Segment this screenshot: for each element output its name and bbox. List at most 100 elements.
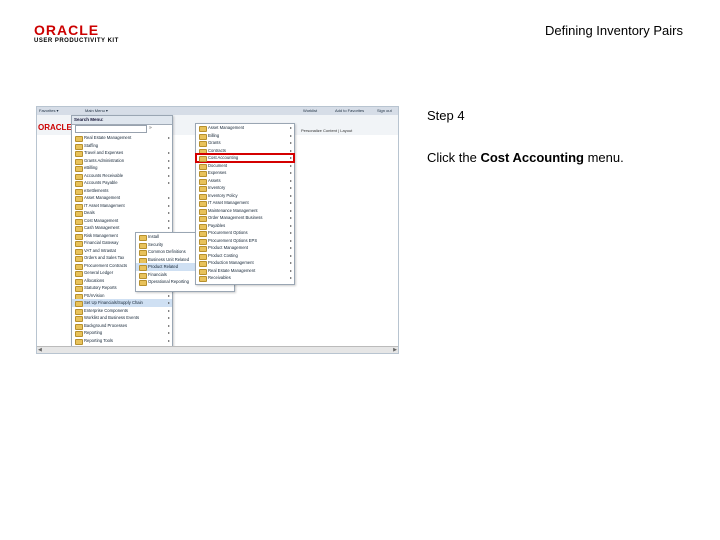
menu-item-label: Orders and Sales Tax bbox=[84, 255, 125, 260]
worklist-link[interactable]: Worklist bbox=[303, 107, 317, 115]
menu-item-label: Receivables bbox=[208, 275, 231, 280]
submenu-arrow-icon: ▸ bbox=[167, 165, 170, 170]
menu-item-expenses[interactable]: Expenses ▸ bbox=[196, 169, 294, 177]
menu-item-accounts-payable[interactable]: Accounts Payable ▸ bbox=[72, 179, 172, 187]
menu-item-cost-accounting[interactable]: Cost Accounting ▸ bbox=[195, 153, 295, 163]
menu-item-product-costing[interactable]: Product Costing ▸ bbox=[196, 252, 294, 260]
submenu-arrow-icon: ▸ bbox=[167, 135, 170, 140]
menu-item-background-processes[interactable]: Background Processes ▸ bbox=[72, 322, 172, 330]
submenu-arrow-icon: ▸ bbox=[167, 157, 170, 163]
menu-item-label: Risk Management bbox=[84, 232, 118, 238]
product-related-submenu-items: Asset Management ▸ Billing ▸ Grants ▸ Contract… bbox=[195, 124, 295, 282]
menu-item-label: eBilling bbox=[84, 165, 98, 170]
submenu-arrow-icon: ▸ bbox=[289, 125, 292, 130]
menu-item-payables[interactable]: Payables ▸ bbox=[196, 222, 294, 230]
menu-item-label: Document bbox=[208, 162, 228, 168]
menu-item-real-estate-management[interactable]: Real Estate Management ▸ bbox=[196, 267, 294, 275]
menu-item-label: General Ledger bbox=[84, 270, 114, 275]
horizontal-scrollbar[interactable]: ◀ ▶ bbox=[37, 346, 398, 353]
menu-item-label: Production Management bbox=[208, 260, 254, 265]
menu-item-asset-management[interactable]: Asset Management ▸ bbox=[196, 124, 294, 132]
menu-item-esettlements[interactable]: eSettlements bbox=[72, 187, 172, 195]
submenu-arrow-icon: ▸ bbox=[289, 230, 292, 235]
menu-item-set-up-financials-supply-chain[interactable]: Set Up Financials/Supply Chain ▸ bbox=[72, 299, 172, 307]
submenu-arrow-icon: ▸ bbox=[167, 150, 170, 155]
menu-item-production-management[interactable]: Production Management ▸ bbox=[196, 259, 294, 267]
menu-item-grants[interactable]: Grants ▸ bbox=[196, 139, 294, 147]
menu-item-enterprise-components[interactable]: Enterprise Components ▸ bbox=[72, 307, 172, 315]
menu-item-label: Worklist and Business Events bbox=[84, 315, 140, 320]
menu-item-inventory[interactable]: Inventory ▸ bbox=[196, 184, 294, 192]
menu-item-label: Staffing bbox=[84, 142, 99, 148]
menu-item-label: Business Unit Related bbox=[148, 256, 190, 262]
menu-item-cost-management[interactable]: Cost Management ▸ bbox=[72, 217, 172, 225]
menu-item-maintenance-management[interactable]: Maintenance Management ▸ bbox=[196, 207, 294, 215]
menu-item-label: Contracts bbox=[208, 147, 226, 153]
search-go-icon[interactable]: » bbox=[149, 125, 157, 131]
menu-item-travel-and-expenses[interactable]: Travel and Expenses ▸ bbox=[72, 149, 172, 157]
menu-item-product-management[interactable]: Product Management ▸ bbox=[196, 244, 294, 252]
menu-item-procurement-options-eps[interactable]: Procurement Options EPS ▸ bbox=[196, 237, 294, 245]
menu-item-worklist-and-business-events[interactable]: Worklist and Business Events ▸ bbox=[72, 314, 172, 322]
menu-item-receivables[interactable]: Receivables ▸ bbox=[196, 274, 294, 282]
personalize-links[interactable]: Personalize Content | Layout bbox=[301, 127, 398, 135]
scroll-left-icon[interactable]: ◀ bbox=[38, 347, 42, 353]
menu-item-label: Grants bbox=[208, 140, 221, 145]
menu-item-label: Grants Administration bbox=[84, 157, 125, 163]
menu-item-cash-management[interactable]: Cash Management ▸ bbox=[72, 224, 172, 232]
menu-item-deals[interactable]: Deals ▸ bbox=[72, 209, 172, 217]
menu-item-real-estate-management[interactable]: Real Estate Management ▸ bbox=[72, 134, 172, 142]
submenu-arrow-icon: ▸ bbox=[167, 217, 170, 223]
submenu-arrow-icon: ▸ bbox=[289, 222, 292, 228]
menu-item-label: Accounts Payable bbox=[84, 180, 118, 185]
submenu-arrow-icon: ▸ bbox=[289, 132, 292, 138]
menu-item-procurement-options[interactable]: Procurement Options ▸ bbox=[196, 229, 294, 237]
menu-item-label: Cash Management bbox=[84, 225, 120, 230]
menu-item-label: Billing bbox=[208, 132, 220, 138]
menu-item-label: Common Definitions bbox=[148, 249, 186, 254]
menu-item-inventory-policy[interactable]: Inventory Policy ▸ bbox=[196, 192, 294, 200]
menu-item-ps-nvision[interactable]: PS/nVision ▸ bbox=[72, 292, 172, 300]
add-favorites-link[interactable]: Add to Favorites bbox=[335, 107, 364, 115]
menu-item-it-asset-management[interactable]: IT Asset Management ▸ bbox=[72, 202, 172, 210]
document-title: Defining Inventory Pairs bbox=[544, 23, 683, 38]
menu-item-label: Cost Accounting bbox=[208, 155, 239, 160]
submenu-arrow-icon: ▸ bbox=[289, 192, 292, 198]
menu-item-reporting-tools[interactable]: Reporting Tools ▸ bbox=[72, 337, 172, 345]
search-menu-input[interactable] bbox=[75, 125, 147, 133]
menu-item-staffing[interactable]: Staffing bbox=[72, 142, 172, 150]
menu-item-label: Cost Management bbox=[84, 217, 119, 223]
menu-item-reporting[interactable]: Reporting ▸ bbox=[72, 329, 172, 337]
menu-item-accounts-receivable[interactable]: Accounts Receivable ▸ bbox=[72, 172, 172, 180]
menu-item-grants-administration[interactable]: Grants Administration ▸ bbox=[72, 157, 172, 165]
folder-icon bbox=[199, 276, 207, 282]
menu-item-order-management-business[interactable]: Order Management Business ▸ bbox=[196, 214, 294, 222]
logo-upk-text: USER PRODUCTIVITY KIT bbox=[34, 38, 119, 44]
menu-item-label: Install bbox=[148, 234, 159, 239]
submenu-arrow-icon: ▸ bbox=[289, 252, 292, 258]
menu-item-contracts[interactable]: Contracts ▸ bbox=[196, 147, 294, 155]
menu-item-label: Deals bbox=[84, 210, 95, 215]
main-menu[interactable]: Main Menu ▾ bbox=[85, 107, 108, 115]
submenu-arrow-icon: ▸ bbox=[289, 177, 292, 183]
menu-item-asset-management[interactable]: Asset Management ▸ bbox=[72, 194, 172, 202]
menu-item-label: Product Costing bbox=[208, 252, 238, 258]
submenu-arrow-icon: ▸ bbox=[167, 307, 170, 313]
menu-item-billing[interactable]: Billing ▸ bbox=[196, 132, 294, 140]
menu-item-label: Set Up Financials/Supply Chain bbox=[84, 300, 143, 305]
sign-out-link[interactable]: Sign out bbox=[377, 107, 392, 115]
menu-item-label: Order Management Business bbox=[208, 215, 263, 220]
menu-item-it-asset-management[interactable]: IT Asset Management ▸ bbox=[196, 199, 294, 207]
menu-item-label: Product Management bbox=[208, 245, 249, 250]
menu-item-label: Accounts Receivable bbox=[84, 172, 124, 178]
favorites-menu[interactable]: Favorites ▾ bbox=[39, 107, 59, 115]
menu-item-label: Real Estate Management bbox=[208, 267, 256, 273]
menu-item-label: Security bbox=[148, 241, 164, 247]
submenu-arrow-icon: ▸ bbox=[167, 180, 170, 185]
menu-item-ebilling[interactable]: eBilling ▸ bbox=[72, 164, 172, 172]
menu-item-document[interactable]: Document ▸ bbox=[196, 162, 294, 170]
menu-item-assets[interactable]: Assets ▸ bbox=[196, 177, 294, 185]
menu-item-label: Maintenance Management bbox=[208, 207, 258, 213]
menu-item-label: Assets bbox=[208, 177, 221, 183]
scroll-right-icon[interactable]: ▶ bbox=[393, 347, 397, 353]
